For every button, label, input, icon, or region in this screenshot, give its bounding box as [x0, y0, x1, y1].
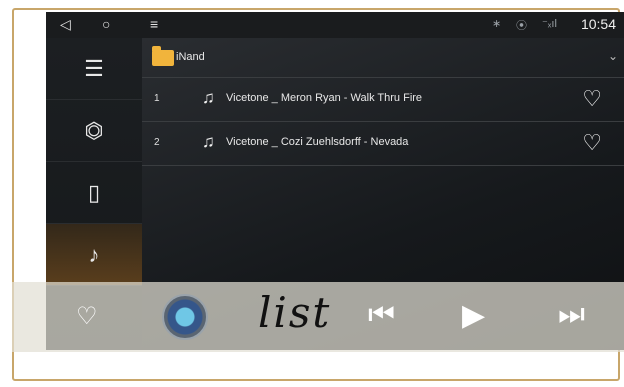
track-row[interactable]: 1 ♫ Vicetone _ Meron Ryan - Walk Thru Fi…	[142, 78, 624, 122]
music-folder-icon: ♪	[88, 241, 100, 267]
next-track-icon[interactable]: ⏭	[558, 298, 585, 332]
track-number: 2	[154, 137, 160, 148]
track-number: 1	[154, 93, 160, 104]
player-bar: ♡ list ⏮ ▶ ⏭	[12, 282, 624, 352]
chevron-down-icon[interactable]: ⌄	[608, 49, 618, 63]
sidebar-item-sd-card[interactable]: ▯	[46, 162, 142, 224]
home-icon[interactable]: ○	[102, 16, 110, 32]
usb-icon: ⏣	[84, 117, 104, 143]
folder-icon	[152, 46, 174, 66]
track-title: Vicetone _ Meron Ryan - Walk Thru Fire	[226, 92, 423, 104]
status-time: 10:54	[580, 16, 616, 32]
path-bar[interactable]: iNand ⌄	[142, 38, 624, 78]
previous-track-icon[interactable]: ⏮	[368, 298, 395, 332]
heart-icon[interactable]: ♡	[76, 302, 98, 331]
list-icon: ☰	[84, 55, 104, 81]
favorite-heart-icon[interactable]: ♡	[582, 86, 602, 112]
music-note-icon: ♫	[202, 132, 215, 151]
sidebar-item-music-folder[interactable]: ♪	[46, 224, 142, 286]
sidebar-item-usb[interactable]: ⏣	[46, 100, 142, 162]
favorite-heart-icon[interactable]: ♡	[582, 130, 602, 156]
signal-icon: ⁻ₓıl	[542, 18, 557, 30]
overlay-list-label: list	[258, 288, 332, 337]
back-icon[interactable]: ◁	[60, 16, 71, 33]
sd-card-icon: ▯	[87, 179, 101, 205]
play-icon[interactable]: ▶	[462, 298, 485, 333]
album-art-disc[interactable]	[162, 294, 208, 340]
status-bar: ◁ ○ ≡ ∗ ⦿ ⁻ₓıl 10:54	[46, 12, 624, 38]
sidebar-item-list[interactable]: ☰	[46, 38, 142, 100]
bluetooth-icon: ∗	[492, 18, 502, 30]
music-note-icon: ♫	[202, 88, 215, 107]
track-row[interactable]: 2 ♫ Vicetone _ Cozi Zuehlsdorff - Nevada…	[142, 122, 624, 166]
location-icon: ⦿	[516, 20, 527, 32]
track-title: Vicetone _ Cozi Zuehlsdorff - Nevada	[226, 136, 409, 148]
path-label: iNand	[176, 51, 205, 63]
menu-icon[interactable]: ≡	[150, 16, 158, 32]
